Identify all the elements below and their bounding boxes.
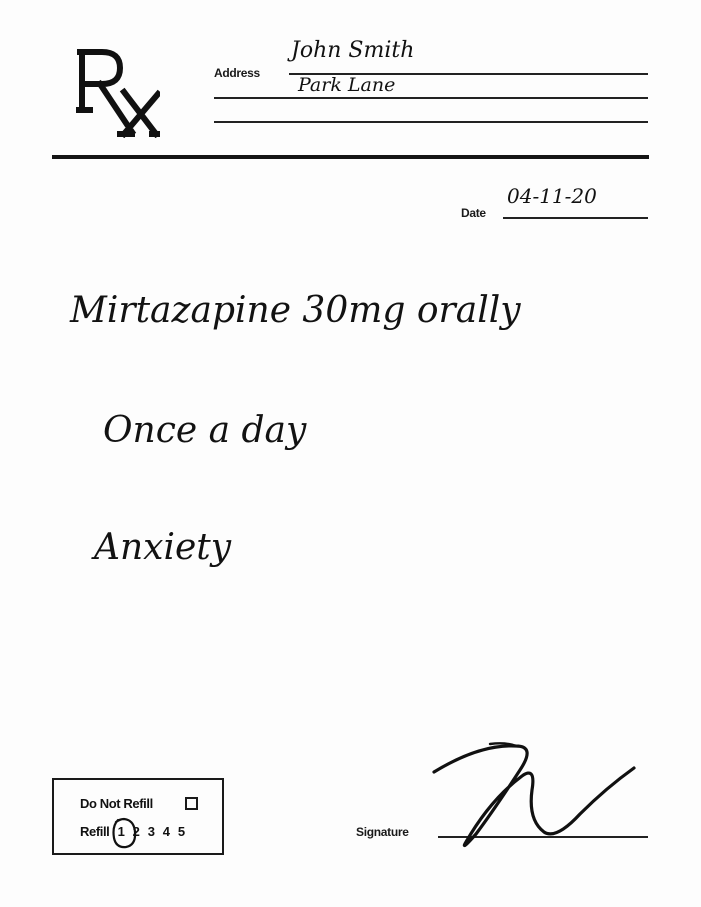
signature-scribble[interactable] — [420, 730, 650, 860]
diagnosis-line: Anxiety — [94, 527, 232, 568]
do-not-refill-checkbox[interactable] — [185, 797, 198, 810]
refill-option-3[interactable]: 3 — [148, 824, 155, 839]
medication-line: Mirtazapine 30mg orally — [70, 290, 521, 331]
do-not-refill-label: Do Not Refill — [80, 796, 153, 811]
date-value: 04-11-20 — [507, 184, 597, 208]
refill-option-5[interactable]: 5 — [178, 824, 185, 839]
address-line-1: John Smith — [291, 38, 415, 63]
address-rule-1 — [289, 73, 648, 75]
prescription-form: Address John Smith Park Lane Date 04-11-… — [0, 0, 701, 907]
signature-label: Signature — [356, 825, 409, 839]
date-rule — [503, 217, 648, 219]
refill-label: Refill — [80, 824, 110, 839]
dosage-frequency-line: Once a day — [103, 410, 307, 451]
rx-symbol-icon — [73, 49, 163, 139]
address-label: Address — [214, 66, 260, 80]
address-rule-2 — [214, 97, 648, 99]
header-divider — [52, 155, 649, 159]
address-rule-3 — [214, 121, 648, 123]
refill-box: Do Not Refill Refill 1 2 3 4 5 — [52, 778, 224, 855]
date-label: Date — [461, 206, 486, 220]
refill-option-4[interactable]: 4 — [163, 824, 170, 839]
rx-logo — [73, 44, 163, 139]
selected-refill-circle-icon — [112, 817, 137, 849]
address-line-2: Park Lane — [298, 74, 396, 96]
